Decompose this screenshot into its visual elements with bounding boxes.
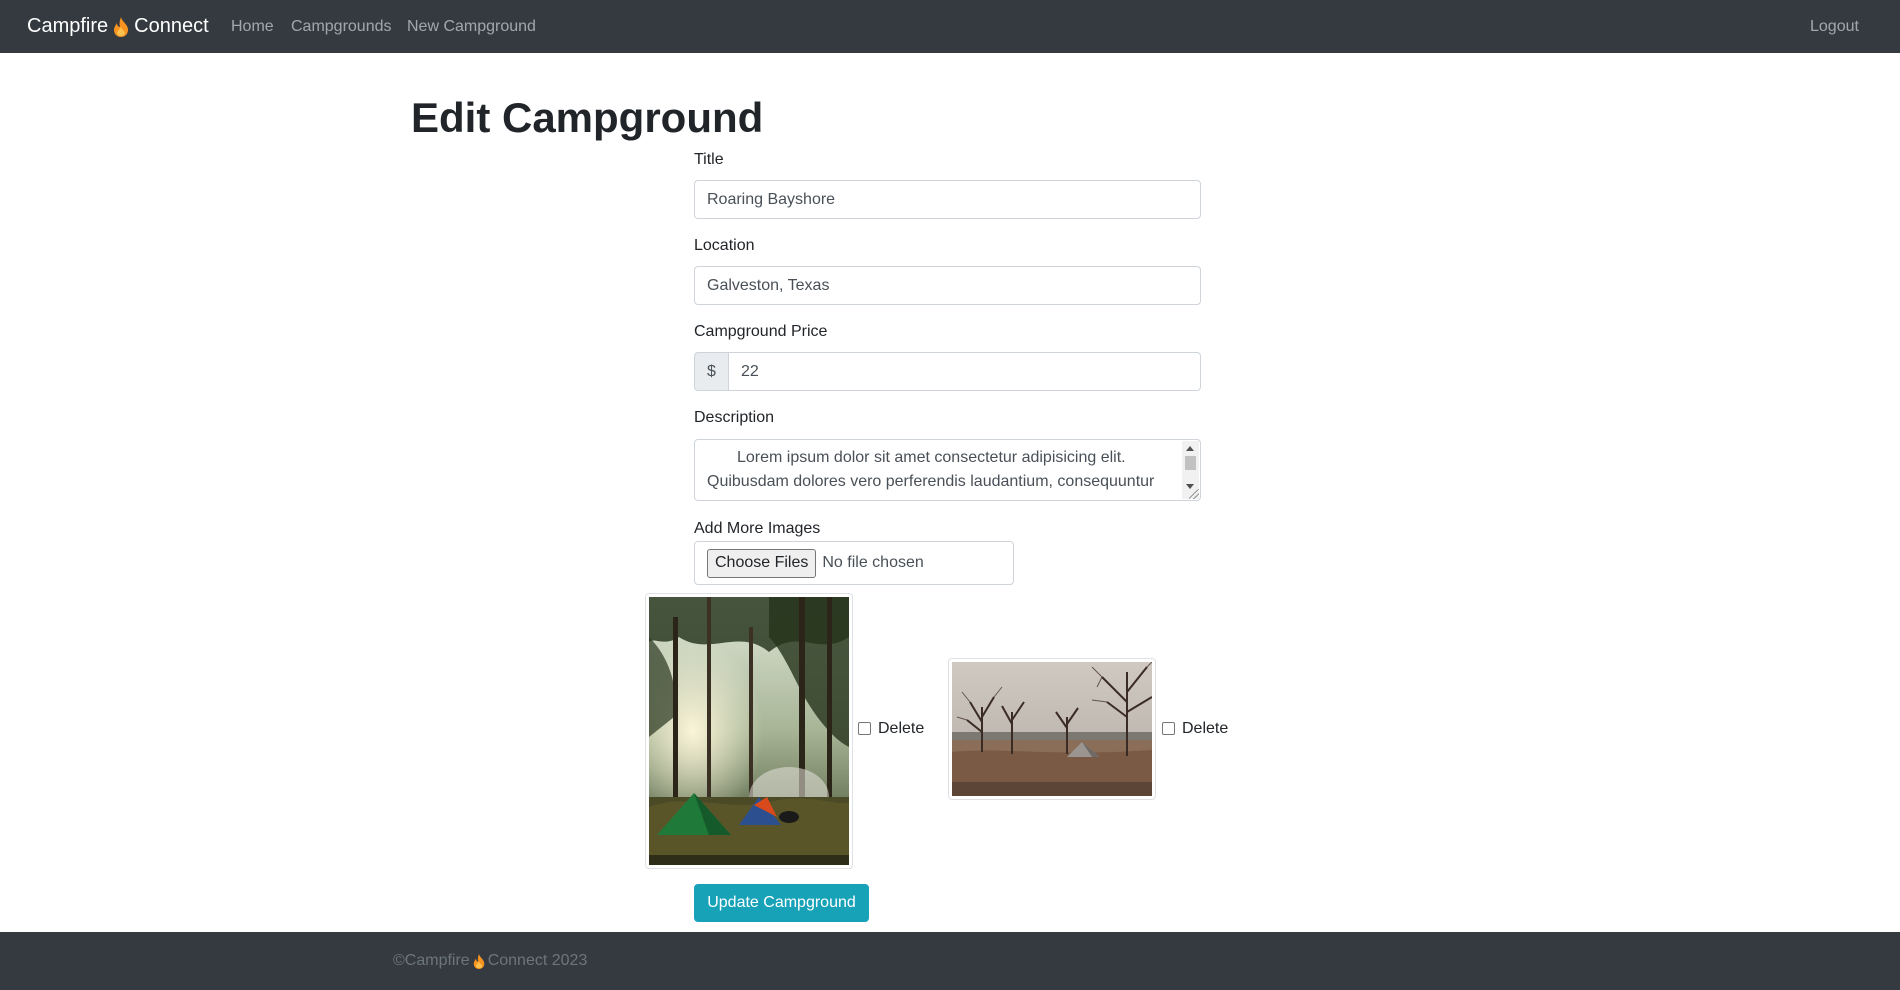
campground-image-1: [645, 593, 853, 869]
footer-prefix: ©Campfire: [393, 952, 470, 969]
file-input[interactable]: Choose Files No file chosen: [694, 541, 1014, 585]
footer-flame-icon: [473, 953, 485, 969]
nav-logout[interactable]: Logout: [1810, 0, 1859, 53]
description-label: Description: [694, 409, 775, 426]
page-title: Edit Campground: [411, 94, 764, 141]
nav-new-campground[interactable]: New Campground: [407, 0, 536, 53]
location-input[interactable]: Galveston, Texas: [694, 266, 1201, 305]
location-label: Location: [694, 237, 755, 254]
brand-link[interactable]: Campfire Connect: [27, 0, 209, 53]
footer-text: ©Campfire Connect 2023: [393, 932, 587, 990]
title-label: Title: [694, 151, 724, 168]
update-campground-button[interactable]: Update Campground: [694, 884, 869, 922]
field-camp-photo: [952, 662, 1152, 796]
no-file-text: No file chosen: [822, 554, 924, 571]
price-input[interactable]: 22: [728, 352, 1201, 391]
description-line-2: Quibusdam dolores vero perferendis lauda…: [707, 473, 1155, 490]
footer: ©Campfire Connect 2023: [0, 932, 1900, 990]
price-label: Campground Price: [694, 323, 828, 340]
flame-icon: [113, 16, 129, 37]
title-input[interactable]: Roaring Bayshore: [694, 180, 1201, 219]
delete-image-1-checkbox[interactable]: [858, 722, 871, 735]
description-textarea[interactable]: Lorem ipsum dolor sit amet consectetur a…: [694, 439, 1201, 501]
scroll-thumb[interactable]: [1185, 456, 1196, 470]
resize-grip-icon[interactable]: [1189, 489, 1199, 499]
delete-image-2-label: Delete: [1182, 720, 1229, 737]
delete-image-2-checkbox[interactable]: [1162, 722, 1175, 735]
scroll-up-arrow-icon[interactable]: [1186, 446, 1194, 451]
brand-prefix: Campfire: [27, 15, 109, 37]
description-line-1: Lorem ipsum dolor sit amet consectetur a…: [737, 449, 1126, 466]
campground-image-2: [948, 658, 1156, 800]
brand-suffix: Connect: [134, 15, 209, 37]
price-prefix: $: [694, 352, 729, 391]
choose-files-button[interactable]: Choose Files: [707, 548, 817, 578]
navbar: Campfire Connect Home Campgrounds New Ca…: [0, 0, 1900, 53]
images-label: Add More Images: [694, 520, 821, 537]
delete-image-1-label: Delete: [878, 720, 925, 737]
footer-suffix: Connect 2023: [487, 952, 588, 969]
forest-camp-photo: [649, 597, 849, 865]
nav-home[interactable]: Home: [231, 0, 274, 53]
nav-campgrounds[interactable]: Campgrounds: [291, 0, 392, 53]
